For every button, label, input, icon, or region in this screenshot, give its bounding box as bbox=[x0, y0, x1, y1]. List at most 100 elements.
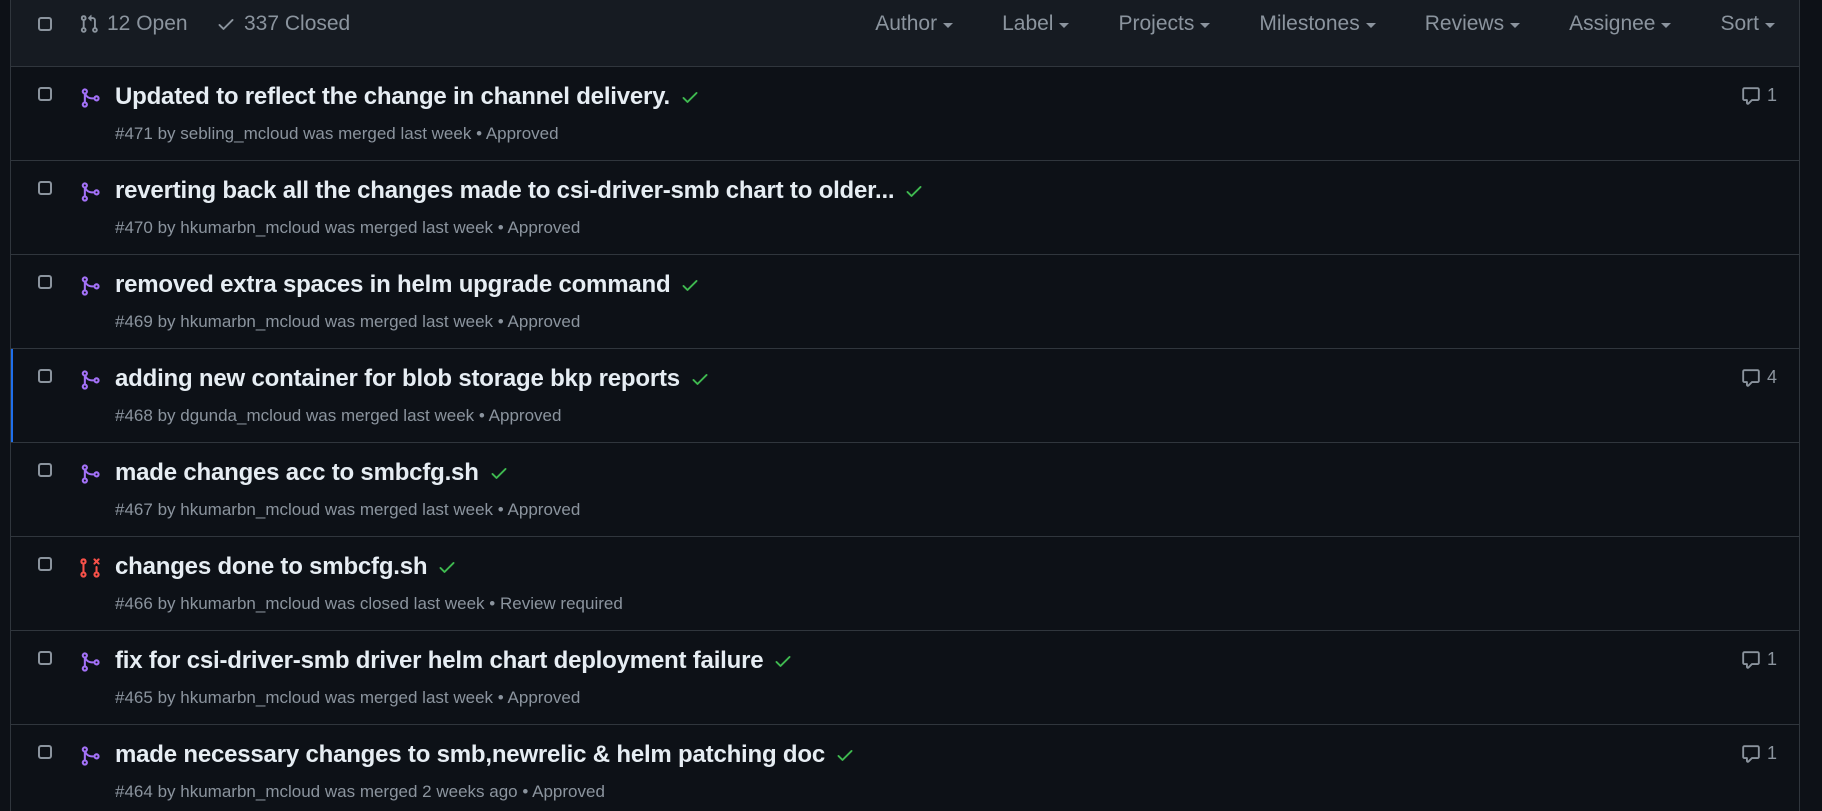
row-checkbox[interactable] bbox=[38, 369, 52, 383]
chevron-down-icon bbox=[1365, 22, 1376, 28]
filter-milestones-label: Milestones bbox=[1259, 12, 1360, 35]
comment-count: 1 bbox=[1766, 85, 1777, 105]
checks-passed-icon[interactable] bbox=[437, 557, 457, 577]
pull-request-row-470: reverting back all the changes made to c… bbox=[11, 161, 1799, 255]
filter-label-label: Label bbox=[1002, 12, 1054, 35]
meta-separator: • bbox=[489, 594, 496, 613]
chevron-down-icon bbox=[1059, 22, 1070, 28]
author-link[interactable]: hkumarbn_mcloud bbox=[180, 688, 320, 707]
comment-count: 4 bbox=[1766, 367, 1777, 387]
pull-request-meta: #466 by hkumarbn_mcloud was closed last … bbox=[115, 594, 623, 614]
pull-request-row-471: Updated to reflect the change in channel… bbox=[11, 67, 1799, 161]
review-status[interactable]: Approved bbox=[489, 406, 562, 425]
pull-request-title-link[interactable]: made changes acc to smbcfg.sh bbox=[115, 459, 479, 487]
pull-request-title-link[interactable]: removed extra spaces in helm upgrade com… bbox=[115, 271, 671, 299]
author-link[interactable]: sebling_mcloud bbox=[180, 124, 298, 143]
comment-icon bbox=[1742, 744, 1760, 763]
comment-icon bbox=[1742, 368, 1760, 387]
pull-request-meta: #464 by hkumarbn_mcloud was merged 2 wee… bbox=[115, 782, 605, 802]
filter-reviews[interactable]: Reviews bbox=[1425, 12, 1521, 36]
checks-passed-icon[interactable] bbox=[904, 181, 924, 201]
checks-passed-icon[interactable] bbox=[680, 87, 700, 107]
filter-author[interactable]: Author bbox=[875, 12, 954, 36]
checks-passed-icon[interactable] bbox=[690, 369, 710, 389]
author-link[interactable]: hkumarbn_mcloud bbox=[180, 782, 320, 801]
merge-status: was merged last week bbox=[303, 124, 472, 143]
meta-separator: • bbox=[478, 406, 485, 425]
check-icon bbox=[218, 19, 234, 30]
meta-separator: • bbox=[497, 312, 504, 331]
author-link[interactable]: hkumarbn_mcloud bbox=[180, 218, 320, 237]
merge-status: was merged last week bbox=[324, 312, 494, 331]
pull-request-title-link[interactable]: adding new container for blob storage bk… bbox=[115, 365, 680, 393]
pull-request-number: #471 bbox=[115, 124, 153, 143]
filter-sort[interactable]: Sort bbox=[1720, 12, 1775, 36]
pull-request-row-468: adding new container for blob storage bk… bbox=[11, 349, 1799, 443]
filter-sort-label: Sort bbox=[1720, 12, 1759, 35]
comments-link[interactable]: 1 bbox=[1741, 85, 1777, 106]
select-all-checkbox[interactable] bbox=[38, 17, 52, 31]
comments-link[interactable]: 1 bbox=[1741, 649, 1777, 670]
review-status[interactable]: Approved bbox=[508, 500, 581, 519]
pull-request-number: #464 bbox=[115, 782, 153, 801]
meta-separator: • bbox=[522, 782, 529, 801]
checks-passed-icon[interactable] bbox=[773, 651, 793, 671]
git-merge-icon bbox=[79, 87, 103, 111]
meta-by: by bbox=[157, 218, 176, 237]
git-merge-icon bbox=[79, 745, 103, 769]
checks-passed-icon[interactable] bbox=[489, 463, 509, 483]
pull-request-title-link[interactable]: reverting back all the changes made to c… bbox=[115, 177, 895, 205]
comment-count: 1 bbox=[1766, 743, 1777, 763]
row-checkbox[interactable] bbox=[38, 87, 52, 101]
filter-author-label: Author bbox=[875, 12, 938, 35]
chevron-down-icon bbox=[943, 22, 954, 28]
title-line: changes done to smbcfg.sh bbox=[115, 553, 457, 581]
closed-pulls-filter[interactable]: 337 Closed bbox=[216, 12, 350, 36]
pull-request-meta: #470 by hkumarbn_mcloud was merged last … bbox=[115, 218, 580, 238]
checks-passed-icon[interactable] bbox=[835, 745, 855, 765]
review-status[interactable]: Approved bbox=[508, 312, 581, 331]
chevron-down-icon bbox=[1661, 22, 1672, 28]
row-checkbox[interactable] bbox=[38, 275, 52, 289]
filter-assignee[interactable]: Assignee bbox=[1569, 12, 1672, 36]
pull-request-title-link[interactable]: made necessary changes to smb,newrelic &… bbox=[115, 741, 825, 769]
author-link[interactable]: hkumarbn_mcloud bbox=[180, 594, 320, 613]
git-pull-request-icon bbox=[80, 14, 98, 33]
review-status[interactable]: Approved bbox=[508, 218, 581, 237]
row-checkbox[interactable] bbox=[38, 181, 52, 195]
filter-milestones[interactable]: Milestones bbox=[1259, 12, 1376, 36]
title-line: fix for csi-driver-smb driver helm chart… bbox=[115, 647, 793, 675]
chevron-down-icon bbox=[1510, 22, 1521, 28]
pull-request-row-467: made changes acc to smbcfg.sh #467 by hk… bbox=[11, 443, 1799, 537]
review-status[interactable]: Approved bbox=[508, 688, 581, 707]
pull-request-row-464: made necessary changes to smb,newrelic &… bbox=[11, 725, 1799, 811]
pull-request-list: 12 Open 337 Closed Author Label Projects… bbox=[10, 0, 1800, 811]
pull-request-meta: #471 by sebling_mcloud was merged last w… bbox=[115, 124, 559, 144]
review-status[interactable]: Approved bbox=[486, 124, 559, 143]
title-line: removed extra spaces in helm upgrade com… bbox=[115, 271, 700, 299]
merge-status: was merged last week bbox=[324, 688, 494, 707]
row-checkbox[interactable] bbox=[38, 557, 52, 571]
row-checkbox[interactable] bbox=[38, 651, 52, 665]
pull-request-rows: Updated to reflect the change in channel… bbox=[11, 67, 1799, 811]
author-link[interactable]: hkumarbn_mcloud bbox=[180, 312, 320, 331]
filter-projects-label: Projects bbox=[1118, 12, 1195, 35]
pull-request-title-link[interactable]: fix for csi-driver-smb driver helm chart… bbox=[115, 647, 764, 675]
meta-by: by bbox=[157, 782, 176, 801]
git-merge-icon bbox=[79, 275, 103, 299]
pull-request-number: #469 bbox=[115, 312, 153, 331]
author-link[interactable]: dgunda_mcloud bbox=[180, 406, 301, 425]
filter-projects[interactable]: Projects bbox=[1118, 12, 1211, 36]
row-checkbox[interactable] bbox=[38, 463, 52, 477]
author-link[interactable]: hkumarbn_mcloud bbox=[180, 500, 320, 519]
review-status[interactable]: Review required bbox=[500, 594, 623, 613]
review-status[interactable]: Approved bbox=[532, 782, 605, 801]
checks-passed-icon[interactable] bbox=[680, 275, 700, 295]
pull-request-title-link[interactable]: changes done to smbcfg.sh bbox=[115, 553, 428, 581]
filter-label[interactable]: Label bbox=[1002, 12, 1070, 36]
pull-request-title-link[interactable]: Updated to reflect the change in channel… bbox=[115, 83, 670, 111]
comments-link[interactable]: 4 bbox=[1741, 367, 1777, 388]
comments-link[interactable]: 1 bbox=[1741, 743, 1777, 764]
open-pulls-filter[interactable]: 12 Open bbox=[79, 12, 188, 36]
row-checkbox[interactable] bbox=[38, 745, 52, 759]
